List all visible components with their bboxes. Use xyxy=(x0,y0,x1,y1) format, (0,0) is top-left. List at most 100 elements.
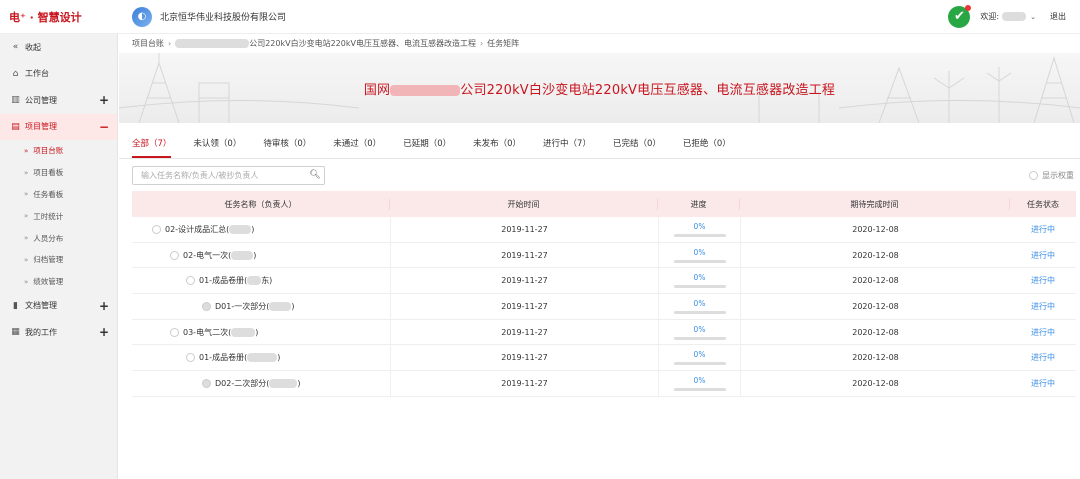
sidebar-sub-task-board[interactable]: » 任务看板 xyxy=(0,184,117,206)
search-input[interactable] xyxy=(133,166,306,184)
chevron-right-icon: » xyxy=(24,168,29,177)
task-name-cell[interactable]: D01-一次部分() xyxy=(132,301,390,312)
tab-all[interactable]: 全部（7） xyxy=(132,137,172,158)
task-name: 01-成品卷册( xyxy=(199,276,248,286)
table-row[interactable]: 03-电气二次() 2019-11-27 0% 2020-12-08 进行中 xyxy=(132,319,1076,346)
sidebar-sub-board[interactable]: » 项目看板 xyxy=(0,162,117,184)
tab-unpublished[interactable]: 未发布（0） xyxy=(473,137,521,158)
task-name-suffix: ) xyxy=(255,327,259,337)
notification-check-icon[interactable]: ✔ xyxy=(948,4,972,28)
redacted-text xyxy=(269,301,292,311)
table-row[interactable]: 02-电气一次() 2019-11-27 0% 2020-12-08 进行中 xyxy=(132,242,1076,269)
tab-refused[interactable]: 已拒绝（0） xyxy=(683,137,731,158)
collapse-minus-icon[interactable]: − xyxy=(99,120,109,134)
task-name-cell[interactable]: 01-成品卷册() xyxy=(132,352,390,363)
redacted-text xyxy=(247,276,262,286)
progress-bar xyxy=(673,285,726,289)
sidebar-collapse[interactable]: «收起 xyxy=(0,34,117,61)
task-name-cell[interactable]: 01-成品卷册(东) xyxy=(132,275,390,286)
status-link[interactable]: 进行中 xyxy=(1010,352,1076,363)
breadcrumb-root[interactable]: 项目台账 xyxy=(132,38,164,49)
chevron-down-icon: ⌄ xyxy=(1030,13,1036,21)
status-link[interactable]: 进行中 xyxy=(1010,224,1076,235)
expand-plus-icon[interactable]: + xyxy=(99,93,109,107)
redacted-text xyxy=(231,327,256,337)
tab-pending-review[interactable]: 待审核（0） xyxy=(263,137,311,158)
tree-node-icon[interactable] xyxy=(202,378,211,388)
tab-completed[interactable]: 已完结（0） xyxy=(613,137,661,158)
start-time-cell: 2019-11-27 xyxy=(390,294,658,319)
task-name: D01-一次部分( xyxy=(215,301,270,311)
tree-node-icon[interactable] xyxy=(186,353,195,363)
tree-node-icon[interactable] xyxy=(152,224,161,234)
progress-bar xyxy=(673,259,726,263)
tree-node-icon[interactable] xyxy=(170,250,179,260)
task-name-cell[interactable]: 02-设计成品汇总() xyxy=(132,224,390,235)
tree-node-icon[interactable] xyxy=(170,327,179,337)
status-link[interactable]: 进行中 xyxy=(1010,327,1076,338)
task-name-suffix: ) xyxy=(297,378,301,388)
start-time-cell: 2019-11-27 xyxy=(390,345,658,371)
sidebar-sub-archive[interactable]: » 归档管理 xyxy=(0,249,117,271)
breadcrumb-current: 任务矩阵 xyxy=(487,38,520,48)
expected-end-cell: 2020-12-08 xyxy=(740,371,1010,396)
work-icon: ▦ xyxy=(11,327,20,338)
table-row[interactable]: 02-设计成品汇总() 2019-11-27 0% 2020-12-08 进行中 xyxy=(132,217,1076,243)
toolbar: 🔍︎ 显示权重 xyxy=(119,159,1080,191)
sidebar-item-my-work[interactable]: ▦ 我的工作 + xyxy=(0,319,117,346)
sidebar-sub-ledger[interactable]: » 项目台账 xyxy=(0,140,117,162)
col-status: 任务状态 xyxy=(1027,199,1059,209)
task-name-cell[interactable]: 02-电气一次() xyxy=(132,250,390,261)
status-link[interactable]: 进行中 xyxy=(1010,275,1076,286)
breadcrumb-separator: › xyxy=(479,38,484,48)
col-task-name: 任务名称（负责人） xyxy=(132,198,390,210)
home-icon: ⌂ xyxy=(12,68,19,79)
progress-cell: 0% xyxy=(658,345,740,371)
radio-icon[interactable] xyxy=(1029,170,1038,180)
sidebar-item-company[interactable]: ▥ 公司管理 + xyxy=(0,87,117,114)
table-row[interactable]: 01-成品卷册(东) 2019-11-27 0% 2020-12-08 进行中 xyxy=(132,268,1076,295)
chevron-right-icon: » xyxy=(24,277,29,286)
sidebar-item-workbench[interactable]: ⌂ 工作台 xyxy=(0,61,117,88)
show-weight-toggle[interactable]: 显示权重 xyxy=(1029,170,1074,181)
project-icon: ▤ xyxy=(11,121,20,132)
chevron-right-icon: » xyxy=(24,255,29,264)
expand-plus-icon[interactable]: + xyxy=(99,325,109,339)
sidebar-item-documents[interactable]: ▮ 文档管理 + xyxy=(0,293,117,320)
start-time-cell: 2019-11-27 xyxy=(390,217,658,242)
table-row[interactable]: D01-一次部分() 2019-11-27 0% 2020-12-08 进行中 xyxy=(132,294,1076,320)
progress-cell: 0% xyxy=(658,371,740,396)
status-link[interactable]: 进行中 xyxy=(1010,250,1076,261)
status-link[interactable]: 进行中 xyxy=(1010,378,1076,389)
task-name-cell[interactable]: D02-二次部分() xyxy=(132,378,390,389)
logout-link[interactable]: 退出 xyxy=(1050,11,1066,22)
sidebar-sub-staff[interactable]: » 人员分布 xyxy=(0,227,117,249)
tab-delayed[interactable]: 已延期（0） xyxy=(403,137,451,158)
sidebar-sub-hours[interactable]: » 工时统计 xyxy=(0,205,117,227)
progress-cell: 0% xyxy=(658,242,740,268)
progress-percent: 0% xyxy=(693,221,706,231)
task-name-cell[interactable]: 03-电气二次() xyxy=(132,327,390,338)
redacted-text xyxy=(229,224,252,234)
expand-plus-icon[interactable]: + xyxy=(99,299,109,313)
sidebar-item-project[interactable]: ▤ 项目管理 − xyxy=(0,113,117,140)
tree-node-icon[interactable] xyxy=(202,301,211,311)
welcome-text[interactable]: 欢迎: ⌄ xyxy=(980,11,1036,22)
tree-node-icon[interactable] xyxy=(186,276,195,286)
building-icon: ▥ xyxy=(11,95,20,106)
table-row[interactable]: 01-成品卷册() 2019-11-27 0% 2020-12-08 进行中 xyxy=(132,345,1076,372)
progress-cell: 0% xyxy=(658,319,740,345)
task-name-suffix: ) xyxy=(251,224,255,234)
tab-in-progress[interactable]: 进行中（7） xyxy=(543,137,591,158)
sidebar-sub-performance[interactable]: » 绩效管理 xyxy=(0,271,117,293)
expected-end-cell: 2020-12-08 xyxy=(740,319,1010,345)
progress-bar xyxy=(673,362,726,366)
table-body: 02-设计成品汇总() 2019-11-27 0% 2020-12-08 进行中 02-电… xyxy=(132,217,1076,397)
table-row[interactable]: D02-二次部分() 2019-11-27 0% 2020-12-08 进行中 xyxy=(132,371,1076,397)
search-icon[interactable]: 🔍︎ xyxy=(306,170,324,180)
tab-rejected-review[interactable]: 未通过（0） xyxy=(333,137,381,158)
breadcrumb-project[interactable]: 公司220kV白沙变电站220kV电压互感器、电流互感器改造工程 xyxy=(249,38,476,49)
notification-dot xyxy=(965,4,972,11)
tab-unclaimed[interactable]: 未认领（0） xyxy=(193,137,241,158)
status-link[interactable]: 进行中 xyxy=(1010,301,1076,312)
